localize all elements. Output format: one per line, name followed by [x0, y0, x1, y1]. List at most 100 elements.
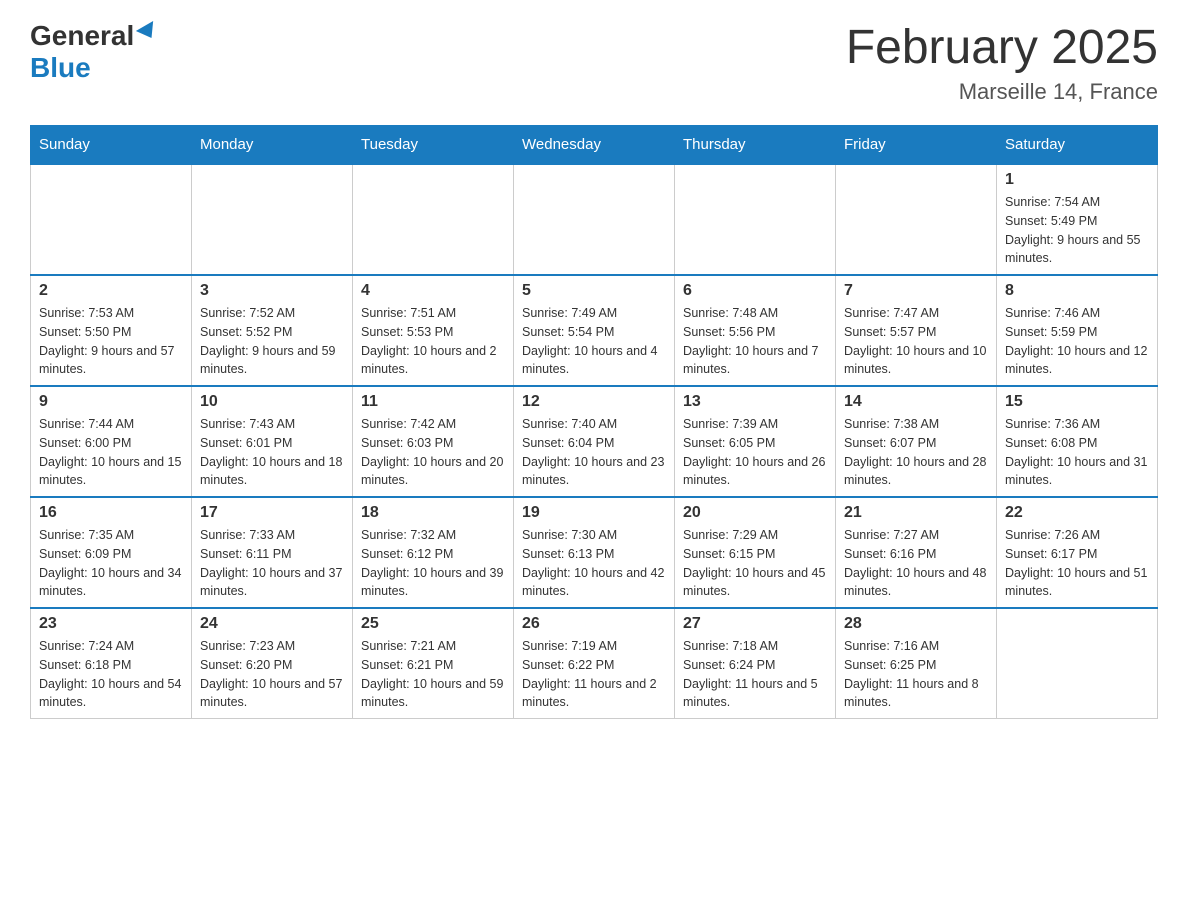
day-number: 9: [39, 393, 183, 411]
calendar-cell: [31, 164, 192, 275]
day-number: 1: [1005, 171, 1149, 189]
day-info: Sunrise: 7:32 AMSunset: 6:12 PMDaylight:…: [361, 526, 505, 601]
day-info: Sunrise: 7:52 AMSunset: 5:52 PMDaylight:…: [200, 304, 344, 379]
day-info: Sunrise: 7:18 AMSunset: 6:24 PMDaylight:…: [683, 637, 827, 712]
day-info: Sunrise: 7:24 AMSunset: 6:18 PMDaylight:…: [39, 637, 183, 712]
day-number: 19: [522, 504, 666, 522]
day-info: Sunrise: 7:48 AMSunset: 5:56 PMDaylight:…: [683, 304, 827, 379]
day-info: Sunrise: 7:46 AMSunset: 5:59 PMDaylight:…: [1005, 304, 1149, 379]
day-info: Sunrise: 7:16 AMSunset: 6:25 PMDaylight:…: [844, 637, 988, 712]
calendar-cell: 11 Sunrise: 7:42 AMSunset: 6:03 PMDayligh…: [353, 386, 514, 497]
calendar-cell: 1 Sunrise: 7:54 AMSunset: 5:49 PMDaylight…: [997, 164, 1158, 275]
calendar-table: SundayMondayTuesdayWednesdayThursdayFrid…: [30, 125, 1158, 719]
weekday-header-sunday: Sunday: [31, 126, 192, 165]
page-header: General Blue February 2025 Marseille 14,…: [30, 20, 1158, 105]
calendar-cell: 8 Sunrise: 7:46 AMSunset: 5:59 PMDaylight…: [997, 275, 1158, 386]
day-info: Sunrise: 7:27 AMSunset: 6:16 PMDaylight:…: [844, 526, 988, 601]
day-number: 3: [200, 282, 344, 300]
day-number: 4: [361, 282, 505, 300]
day-info: Sunrise: 7:44 AMSunset: 6:00 PMDaylight:…: [39, 415, 183, 490]
day-number: 14: [844, 393, 988, 411]
calendar-cell: 7 Sunrise: 7:47 AMSunset: 5:57 PMDaylight…: [836, 275, 997, 386]
week-row-3: 9 Sunrise: 7:44 AMSunset: 6:00 PMDaylight…: [31, 386, 1158, 497]
calendar-cell: 17 Sunrise: 7:33 AMSunset: 6:11 PMDayligh…: [192, 497, 353, 608]
calendar-cell: [353, 164, 514, 275]
day-info: Sunrise: 7:19 AMSunset: 6:22 PMDaylight:…: [522, 637, 666, 712]
day-number: 23: [39, 615, 183, 633]
week-row-5: 23 Sunrise: 7:24 AMSunset: 6:18 PMDayligh…: [31, 608, 1158, 719]
calendar-cell: 13 Sunrise: 7:39 AMSunset: 6:05 PMDayligh…: [675, 386, 836, 497]
day-info: Sunrise: 7:26 AMSunset: 6:17 PMDaylight:…: [1005, 526, 1149, 601]
calendar-cell: [997, 608, 1158, 719]
calendar-cell: 3 Sunrise: 7:52 AMSunset: 5:52 PMDaylight…: [192, 275, 353, 386]
day-number: 11: [361, 393, 505, 411]
day-info: Sunrise: 7:53 AMSunset: 5:50 PMDaylight:…: [39, 304, 183, 379]
day-number: 13: [683, 393, 827, 411]
logo: General Blue: [30, 20, 158, 84]
calendar-cell: 14 Sunrise: 7:38 AMSunset: 6:07 PMDayligh…: [836, 386, 997, 497]
weekday-header-wednesday: Wednesday: [514, 126, 675, 165]
day-info: Sunrise: 7:43 AMSunset: 6:01 PMDaylight:…: [200, 415, 344, 490]
day-info: Sunrise: 7:40 AMSunset: 6:04 PMDaylight:…: [522, 415, 666, 490]
day-info: Sunrise: 7:38 AMSunset: 6:07 PMDaylight:…: [844, 415, 988, 490]
calendar-cell: 19 Sunrise: 7:30 AMSunset: 6:13 PMDayligh…: [514, 497, 675, 608]
weekday-header-monday: Monday: [192, 126, 353, 165]
day-info: Sunrise: 7:42 AMSunset: 6:03 PMDaylight:…: [361, 415, 505, 490]
day-number: 21: [844, 504, 988, 522]
day-number: 8: [1005, 282, 1149, 300]
day-info: Sunrise: 7:36 AMSunset: 6:08 PMDaylight:…: [1005, 415, 1149, 490]
day-info: Sunrise: 7:35 AMSunset: 6:09 PMDaylight:…: [39, 526, 183, 601]
calendar-cell: 6 Sunrise: 7:48 AMSunset: 5:56 PMDaylight…: [675, 275, 836, 386]
title-area: February 2025 Marseille 14, France: [846, 20, 1158, 105]
calendar-cell: 25Sunrise: 7:21 AMSunset: 6:21 PMDayligh…: [353, 608, 514, 719]
day-number: 27: [683, 615, 827, 633]
calendar-cell: 10 Sunrise: 7:43 AMSunset: 6:01 PMDayligh…: [192, 386, 353, 497]
day-info: Sunrise: 7:29 AMSunset: 6:15 PMDaylight:…: [683, 526, 827, 601]
calendar-cell: 15Sunrise: 7:36 AMSunset: 6:08 PMDayligh…: [997, 386, 1158, 497]
day-info: Sunrise: 7:23 AMSunset: 6:20 PMDaylight:…: [200, 637, 344, 712]
weekday-header-thursday: Thursday: [675, 126, 836, 165]
day-number: 28: [844, 615, 988, 633]
day-info: Sunrise: 7:51 AMSunset: 5:53 PMDaylight:…: [361, 304, 505, 379]
calendar-cell: 24Sunrise: 7:23 AMSunset: 6:20 PMDayligh…: [192, 608, 353, 719]
calendar-cell: 28 Sunrise: 7:16 AMSunset: 6:25 PMDayligh…: [836, 608, 997, 719]
logo-blue-text: Blue: [30, 52, 91, 84]
day-number: 2: [39, 282, 183, 300]
day-number: 7: [844, 282, 988, 300]
day-info: Sunrise: 7:49 AMSunset: 5:54 PMDaylight:…: [522, 304, 666, 379]
calendar-cell: [192, 164, 353, 275]
calendar-cell: 27 Sunrise: 7:18 AMSunset: 6:24 PMDayligh…: [675, 608, 836, 719]
calendar-cell: 12 Sunrise: 7:40 AMSunset: 6:04 PMDayligh…: [514, 386, 675, 497]
day-number: 26: [522, 615, 666, 633]
day-number: 10: [200, 393, 344, 411]
day-number: 6: [683, 282, 827, 300]
day-number: 17: [200, 504, 344, 522]
calendar-cell: 21 Sunrise: 7:27 AMSunset: 6:16 PMDayligh…: [836, 497, 997, 608]
day-info: Sunrise: 7:54 AMSunset: 5:49 PMDaylight:…: [1005, 193, 1149, 268]
calendar-cell: 22 Sunrise: 7:26 AMSunset: 6:17 PMDayligh…: [997, 497, 1158, 608]
calendar-cell: [514, 164, 675, 275]
day-number: 22: [1005, 504, 1149, 522]
day-info: Sunrise: 7:21 AMSunset: 6:21 PMDaylight:…: [361, 637, 505, 712]
calendar-cell: 16Sunrise: 7:35 AMSunset: 6:09 PMDayligh…: [31, 497, 192, 608]
weekday-header-friday: Friday: [836, 126, 997, 165]
month-title: February 2025: [846, 20, 1158, 75]
calendar-cell: 18 Sunrise: 7:32 AMSunset: 6:12 PMDayligh…: [353, 497, 514, 608]
calendar-cell: [836, 164, 997, 275]
calendar-cell: 26 Sunrise: 7:19 AMSunset: 6:22 PMDayligh…: [514, 608, 675, 719]
day-info: Sunrise: 7:47 AMSunset: 5:57 PMDaylight:…: [844, 304, 988, 379]
calendar-cell: 9 Sunrise: 7:44 AMSunset: 6:00 PMDaylight…: [31, 386, 192, 497]
calendar-header-row: SundayMondayTuesdayWednesdayThursdayFrid…: [31, 126, 1158, 165]
day-info: Sunrise: 7:33 AMSunset: 6:11 PMDaylight:…: [200, 526, 344, 601]
day-number: 18: [361, 504, 505, 522]
logo-general-text: General: [30, 20, 134, 52]
day-number: 12: [522, 393, 666, 411]
week-row-1: 1 Sunrise: 7:54 AMSunset: 5:49 PMDaylight…: [31, 164, 1158, 275]
calendar-cell: 23 Sunrise: 7:24 AMSunset: 6:18 PMDayligh…: [31, 608, 192, 719]
day-info: Sunrise: 7:30 AMSunset: 6:13 PMDaylight:…: [522, 526, 666, 601]
calendar-cell: [675, 164, 836, 275]
day-number: 5: [522, 282, 666, 300]
weekday-header-saturday: Saturday: [997, 126, 1158, 165]
logo-triangle-icon: [136, 21, 160, 43]
day-info: Sunrise: 7:39 AMSunset: 6:05 PMDaylight:…: [683, 415, 827, 490]
